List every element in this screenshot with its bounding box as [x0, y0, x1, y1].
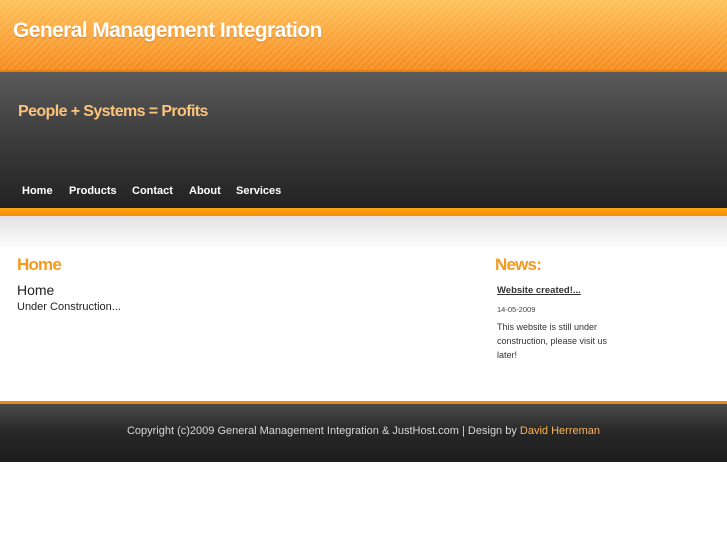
nav-item-services[interactable]: Services — [236, 185, 281, 197]
site-title: General Management Integration — [13, 19, 322, 42]
news-item-title-link[interactable]: Website created!... — [497, 285, 581, 296]
news-item-body: This website is still under construction… — [497, 322, 608, 360]
nav-item-products[interactable]: Products — [69, 185, 117, 197]
top-banner: General Management Integration — [0, 0, 727, 70]
nav-item-contact[interactable]: Contact — [132, 185, 173, 197]
nav-item-about[interactable]: About — [189, 185, 221, 197]
page-heading: Home — [17, 255, 62, 274]
footer-copyright: Copyright (c)2009 General Management Int… — [126, 425, 517, 437]
nav-underline — [0, 208, 727, 216]
tagline: People + Systems = Profits — [18, 103, 208, 120]
footer-designer-link[interactable]: David Herreman — [520, 425, 600, 437]
news-heading: News: — [495, 255, 542, 274]
footer-text: Copyright (c)2009 General Management Int… — [0, 425, 727, 437]
nav-item-home[interactable]: Home — [22, 185, 53, 197]
news-item-date: 14-05-2009 — [497, 305, 536, 314]
page-text: Under Construction... — [17, 301, 121, 313]
page-subheading: Home — [17, 282, 55, 298]
content-fade — [0, 216, 727, 250]
